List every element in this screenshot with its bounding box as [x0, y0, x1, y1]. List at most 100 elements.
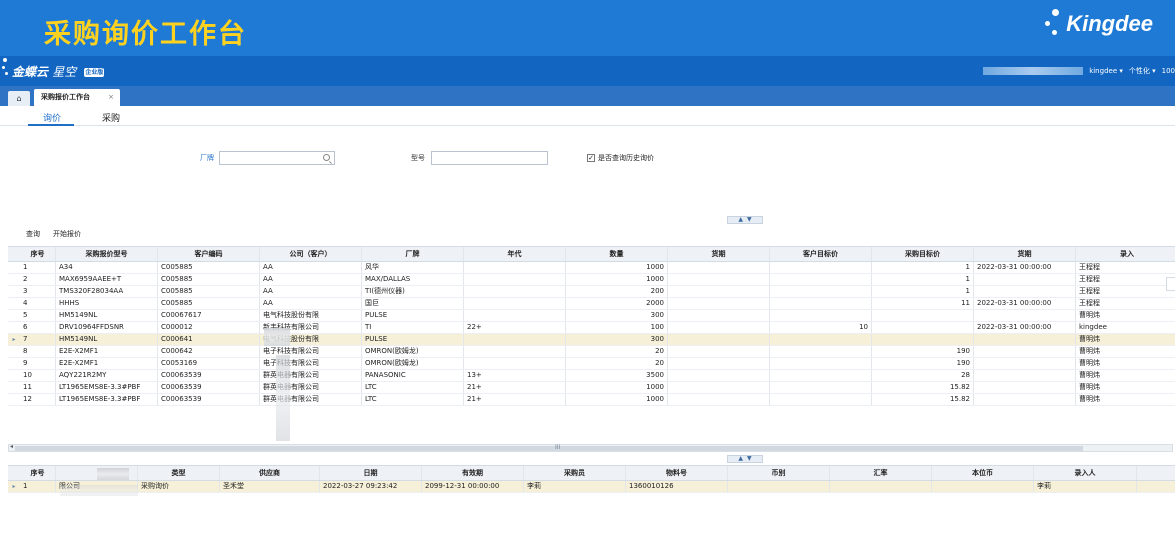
table-cell[interactable]	[974, 370, 1076, 381]
table-cell[interactable]	[464, 286, 566, 297]
table-cell[interactable]: C000641	[158, 334, 260, 345]
table-cell[interactable]: AA	[260, 262, 362, 273]
table-cell[interactable]: 曹明炜	[1076, 346, 1175, 357]
table-row[interactable]: 11 LT1965EMS8E-3.3#PBF C00063539 群英电器有限公司 LT…	[8, 382, 1175, 394]
table-cell[interactable]: 190	[872, 346, 974, 357]
table-cell[interactable]: 2022-03-27 09:23:42	[320, 481, 422, 492]
column-header[interactable]: 货期	[668, 247, 770, 261]
table-cell[interactable]	[974, 382, 1076, 393]
table-cell[interactable]: DRV10964FFDSNR	[56, 322, 158, 333]
table-cell[interactable]: 王程程	[1076, 274, 1175, 285]
table-cell[interactable]: C00067617	[158, 310, 260, 321]
table-cell[interactable]: 2	[20, 274, 56, 285]
table-cell[interactable]: C005885	[158, 298, 260, 309]
scroll-left-icon[interactable]: ◂	[10, 443, 13, 450]
zoom-level[interactable]: 100	[1162, 67, 1175, 75]
table-cell[interactable]: 3	[20, 286, 56, 297]
table-cell[interactable]	[464, 346, 566, 357]
table-cell[interactable]	[770, 358, 872, 369]
table-row[interactable]: 3 TMS320F28034AA C005885 AA TI(德州仪器) 200 1 王程程	[8, 286, 1175, 298]
horizontal-scrollbar[interactable]: ◂ III	[8, 443, 1173, 452]
table-cell[interactable]: 20	[566, 358, 668, 369]
table-cell[interactable]: 28	[872, 370, 974, 381]
table-cell[interactable]	[974, 358, 1076, 369]
table-cell[interactable]: 1	[872, 286, 974, 297]
table-cell[interactable]: C005885	[158, 262, 260, 273]
table-cell[interactable]	[464, 262, 566, 273]
table-cell[interactable]	[974, 334, 1076, 345]
table-cell[interactable]: C000012	[158, 322, 260, 333]
table-cell[interactable]: 2022-03-31 00:00:00	[974, 322, 1076, 333]
table-cell[interactable]	[770, 262, 872, 273]
table-cell[interactable]: 国巨	[362, 298, 464, 309]
table-cell[interactable]: 曹明炜	[1076, 334, 1175, 345]
table-cell[interactable]	[770, 298, 872, 309]
table-cell[interactable]: 20	[566, 346, 668, 357]
table-cell[interactable]: 王程程	[1076, 262, 1175, 273]
column-header[interactable]: 日期	[320, 466, 422, 480]
table-cell[interactable]	[770, 334, 872, 345]
start-quote-button[interactable]: 开始报价	[53, 229, 81, 239]
column-header[interactable]: 汇率	[830, 466, 932, 480]
table-cell[interactable]: C005885	[158, 274, 260, 285]
table-cell[interactable]: TI	[362, 322, 464, 333]
table-cell[interactable]: 300	[566, 310, 668, 321]
table-cell[interactable]	[770, 346, 872, 357]
table-row[interactable]: 6 DRV10964FFDSNR C000012 新韦科技有限公司 TI 22+ 100 10…	[8, 322, 1175, 334]
table-row[interactable]: 4 HHHS C005885 AA 国巨 2000 11 2022-03-31 00:00:0…	[8, 298, 1175, 310]
table-row[interactable]: 2 MAX6959AAEE+T C005885 AA MAX/DALLAS 1000 1 王程…	[8, 274, 1175, 286]
column-header[interactable]: 序号	[20, 247, 56, 261]
column-header[interactable]: 客户目标价	[770, 247, 872, 261]
table-cell[interactable]	[932, 481, 1034, 492]
table-cell[interactable]: 15.82	[872, 382, 974, 393]
table-cell[interactable]: C00063539	[158, 394, 260, 405]
table-cell[interactable]: AA	[260, 274, 362, 285]
table-cell[interactable]: 曹明炜	[1076, 394, 1175, 405]
table-cell[interactable]: 王程程	[1076, 298, 1175, 309]
column-header[interactable]: 数量	[566, 247, 668, 261]
personalize-menu[interactable]: 个性化 ▾	[1129, 66, 1156, 76]
table-cell[interactable]: 10	[770, 322, 872, 333]
column-header[interactable]: 录入人	[1034, 466, 1137, 480]
table-cell[interactable]	[728, 481, 830, 492]
table-cell[interactable]: 采购询价	[138, 481, 220, 492]
table-cell[interactable]: 电气科技股份有限	[260, 310, 362, 321]
table-cell[interactable]: LT1965EMS8E-3.3#PBF	[56, 382, 158, 393]
tab-purchase-quote-workbench[interactable]: 采购报价工作台 ×	[34, 89, 120, 106]
table-cell[interactable]: 李莉	[1034, 481, 1137, 492]
table-cell[interactable]: TMS320F28034AA	[56, 286, 158, 297]
table-cell[interactable]: 10	[20, 370, 56, 381]
table-cell[interactable]	[668, 274, 770, 285]
table-cell[interactable]	[770, 394, 872, 405]
table-cell[interactable]	[974, 286, 1076, 297]
table-cell[interactable]: 曹明炜	[1076, 370, 1175, 381]
table-cell[interactable]: AQY221R2MY	[56, 370, 158, 381]
table-cell[interactable]: C00063539	[158, 382, 260, 393]
table-cell[interactable]: 1000	[566, 274, 668, 285]
column-header[interactable]: 有效期	[422, 466, 524, 480]
table-cell[interactable]: 22+	[464, 322, 566, 333]
column-header[interactable]: 客户编码	[158, 247, 260, 261]
table-cell[interactable]: 1	[20, 481, 56, 492]
column-header[interactable]: 采购目标价	[872, 247, 974, 261]
table-cell[interactable]	[668, 358, 770, 369]
column-header[interactable]: 厂牌	[362, 247, 464, 261]
subtab-purchase[interactable]: 采购	[102, 111, 120, 124]
table-cell[interactable]: C005885	[158, 286, 260, 297]
table-cell[interactable]	[668, 298, 770, 309]
column-header[interactable]: 货期	[974, 247, 1076, 261]
table-cell[interactable]: 王程程	[1076, 286, 1175, 297]
table-cell[interactable]: 1	[872, 262, 974, 273]
table-cell[interactable]: 曹明炜	[1076, 358, 1175, 369]
table-cell[interactable]	[974, 310, 1076, 321]
table-row[interactable]: 9 E2E-X2MF1 C0053169 电子科技有限公司 OMRON(欧姆龙) 20 19…	[8, 358, 1175, 370]
table-cell[interactable]: 2022-03-31 00:00:00	[974, 262, 1076, 273]
query-button[interactable]: 查询	[26, 229, 40, 239]
table-cell[interactable]	[668, 370, 770, 381]
table-cell[interactable]	[668, 394, 770, 405]
app-logo[interactable]: 金蝶云 星空 企业版	[12, 63, 105, 80]
table-cell[interactable]: 190	[872, 358, 974, 369]
table-cell[interactable]: 1000	[566, 262, 668, 273]
table-cell[interactable]: HM5149NL	[56, 310, 158, 321]
column-header[interactable]: 公司（客户）	[260, 247, 362, 261]
